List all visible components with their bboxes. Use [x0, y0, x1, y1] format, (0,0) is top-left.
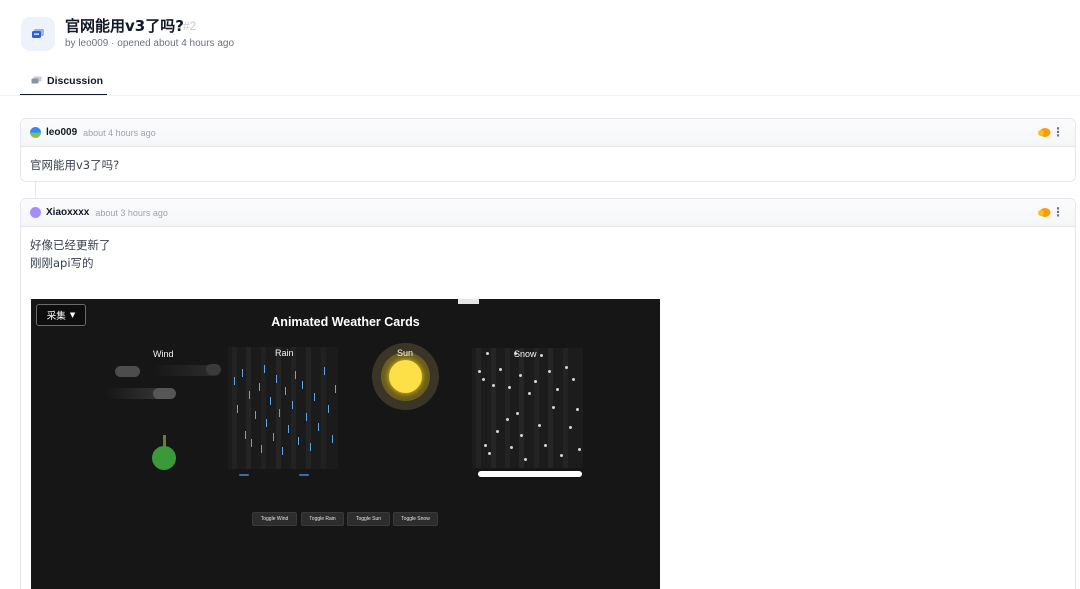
comment-time[interactable]: about 4 hours ago: [83, 128, 156, 138]
header-divider: [0, 95, 1080, 96]
comment-card-2: Xiaoxxxx about 3 hours ago ⋮ 好像已经更新了 刚刚a…: [20, 198, 1076, 589]
comment-text-line: 刚刚api写的: [30, 256, 94, 270]
comment-card-1: leo009 about 4 hours ago ⋮ 官网能用v3了吗?: [20, 118, 1076, 182]
chat-bubbles-icon: [21, 17, 55, 51]
discussion-meta: by leo009 · opened about 4 hours ago: [65, 38, 235, 49]
snow-card: [472, 348, 583, 468]
weather-title: Animated Weather Cards: [271, 315, 420, 329]
wind-label: Wind: [153, 349, 174, 359]
comment-author[interactable]: Xiaoxxxx: [46, 207, 89, 218]
sun-icon: [389, 360, 422, 393]
chat-icon: [31, 76, 42, 84]
tree-leaves: [152, 446, 176, 470]
tab-discussion-label: Discussion: [47, 74, 104, 87]
comment-author[interactable]: leo009: [46, 127, 77, 138]
comment-body: 好像已经更新了 刚刚api写的: [21, 227, 1075, 272]
wind-streak: [115, 366, 140, 377]
toggle-snow-button[interactable]: Toggle Snow: [393, 512, 438, 526]
thread-connector: [35, 182, 36, 199]
comment-time[interactable]: about 3 hours ago: [95, 208, 168, 218]
comment-header: Xiaoxxxx about 3 hours ago ⋮: [21, 199, 1075, 227]
toggle-rain-button[interactable]: Toggle Rain: [301, 512, 344, 526]
wind-streak: [153, 388, 176, 399]
rain-puddle: [299, 474, 309, 476]
comment-header: leo009 about 4 hours ago ⋮: [21, 119, 1075, 147]
snow-label: Snow: [514, 349, 537, 359]
comment-body: 官网能用v3了吗?: [21, 147, 1075, 174]
embedded-weather-screenshot[interactable]: 采集 ▼ Animated Weather Cards Wind Rain Su…: [31, 299, 660, 589]
rain-label: Rain: [275, 348, 294, 358]
more-options-icon[interactable]: ⋮: [1052, 206, 1064, 218]
tab-discussion[interactable]: Discussion: [20, 67, 107, 96]
tiny-tag: [458, 299, 479, 304]
snow-ground: [478, 471, 582, 477]
sun-label: Sun: [397, 348, 414, 358]
rain-card: [228, 347, 338, 469]
avatar[interactable]: [30, 207, 41, 218]
toggle-sun-button[interactable]: Toggle Sun: [347, 512, 390, 526]
comment-text: 官网能用v3了吗?: [30, 158, 120, 172]
rain-puddle: [239, 474, 249, 476]
toggle-wind-button[interactable]: Toggle Wind: [252, 512, 297, 526]
discussion-number: #2: [183, 19, 197, 33]
reaction-icon[interactable]: [1037, 207, 1051, 218]
reaction-icon[interactable]: [1037, 127, 1051, 138]
avatar[interactable]: [30, 127, 41, 138]
comment-text-line: 好像已经更新了: [30, 238, 111, 252]
discussion-header: 官网能用v3了吗? #2 by leo009 · opened about 4 …: [0, 0, 1080, 96]
wind-streak: [206, 364, 221, 375]
page-title: 官网能用v3了吗?: [65, 17, 184, 35]
more-options-icon[interactable]: ⋮: [1052, 126, 1064, 138]
